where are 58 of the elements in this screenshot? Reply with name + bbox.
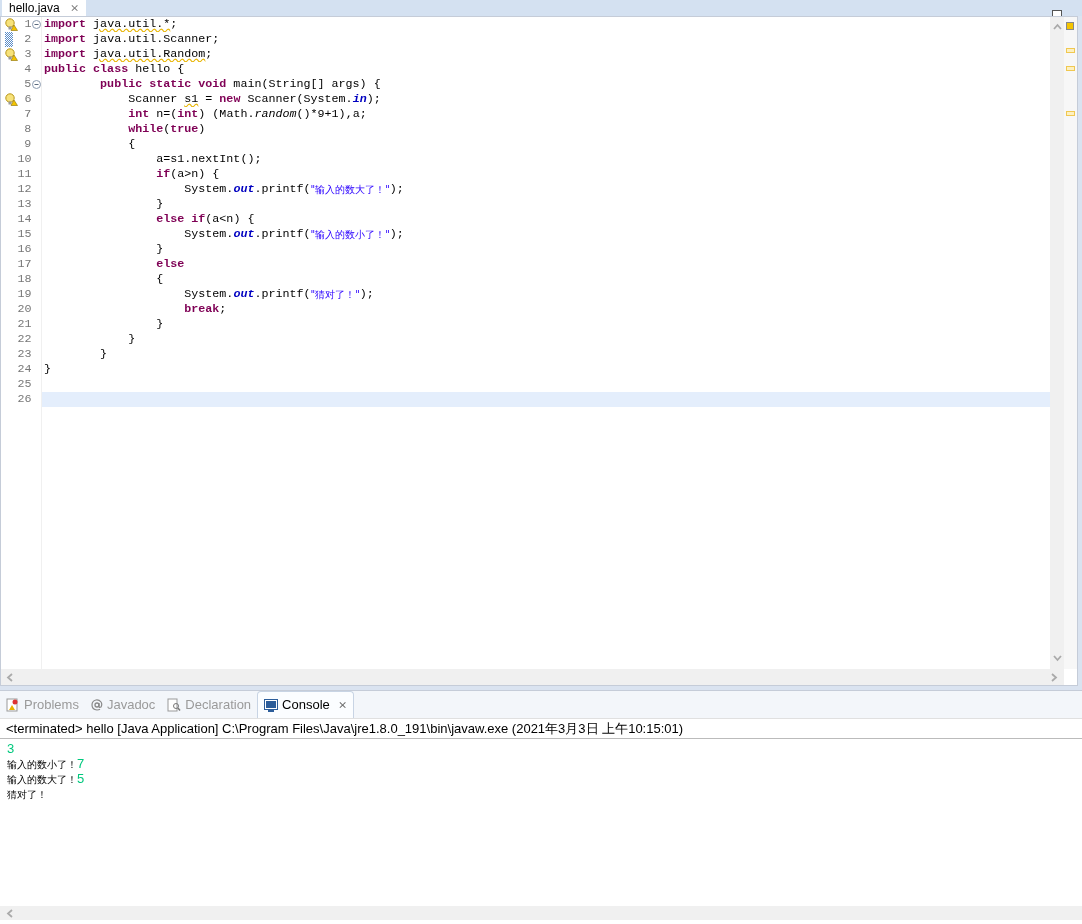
- console-output-line: 输入的数大了！5: [7, 771, 86, 786]
- console-output-line: 猜对了！: [7, 788, 48, 801]
- close-icon[interactable]: ⨯: [337, 696, 347, 714]
- problems-icon: [6, 697, 20, 712]
- panel-tab[interactable]: Declaration: [161, 691, 258, 718]
- line-number: 17: [17, 257, 32, 272]
- line-number: 12: [17, 182, 32, 197]
- scroll-up-icon[interactable]: [1052, 23, 1062, 32]
- line-number: 22: [17, 332, 32, 347]
- panel-tab[interactable]: Console ⨯: [257, 691, 354, 718]
- line-number: 24: [17, 362, 32, 377]
- console-header: <terminated> hello [Java Application] C:\Program Files\Java\jre1.8.0_191\bin\javaw.exe (2021年3月3日 上午10:15:01): [0, 719, 1082, 739]
- line-number: 1: [23, 17, 32, 32]
- collapse-icon[interactable]: [31, 20, 41, 29]
- close-icon[interactable]: ⨯: [69, 1, 79, 15]
- line-number: 13: [17, 197, 32, 212]
- line-number: 7: [23, 107, 32, 122]
- console-output-line: 3: [7, 741, 16, 756]
- line-number: 6: [23, 92, 32, 107]
- line-number: 15: [17, 227, 32, 242]
- warning-marker: [1066, 48, 1075, 53]
- line-number: 4: [23, 62, 32, 77]
- line-number: 5: [23, 77, 32, 92]
- line-number: 23: [17, 347, 32, 362]
- vertical-scrollbar[interactable]: [1050, 17, 1064, 669]
- scroll-left-icon[interactable]: [6, 908, 15, 918]
- at-sign-icon: [90, 698, 103, 711]
- panel-tab[interactable]: Javadoc: [84, 691, 162, 718]
- panel-tab[interactable]: Problems: [0, 691, 85, 718]
- warning-marker: [1066, 111, 1075, 116]
- line-number: 20: [17, 302, 32, 317]
- line-number: 10: [17, 152, 32, 167]
- warning-marker: [1066, 66, 1075, 71]
- line-number: 2: [23, 32, 32, 47]
- collapse-icon[interactable]: [31, 80, 41, 89]
- line-number: 3: [23, 47, 32, 62]
- document-search-icon: [167, 697, 182, 712]
- line-number: 18: [17, 272, 32, 287]
- line-number: 16: [17, 242, 32, 257]
- console-output-line: 输入的数小了！7: [7, 756, 86, 771]
- line-number: 19: [17, 287, 32, 302]
- line-number: 8: [23, 122, 32, 137]
- console-icon: [264, 698, 279, 712]
- line-number: 25: [17, 377, 32, 392]
- line-number: 21: [17, 317, 32, 332]
- maximize-icon[interactable]: [1052, 10, 1062, 16]
- horizontal-scrollbar[interactable]: [0, 906, 1082, 920]
- scroll-left-icon[interactable]: [6, 672, 15, 682]
- warning-summary-icon: [1066, 22, 1074, 30]
- editor-tab[interactable]: hello.java ⨯: [2, 0, 86, 16]
- horizontal-scrollbar[interactable]: [1, 669, 1064, 685]
- line-number: 14: [17, 212, 32, 227]
- scroll-down-icon[interactable]: [1052, 654, 1062, 663]
- line-number: 26: [17, 392, 32, 407]
- line-number: 11: [17, 167, 32, 182]
- scroll-right-icon[interactable]: [1050, 672, 1059, 682]
- line-number: 9: [23, 137, 32, 152]
- tab-title: hello.java: [9, 1, 60, 15]
